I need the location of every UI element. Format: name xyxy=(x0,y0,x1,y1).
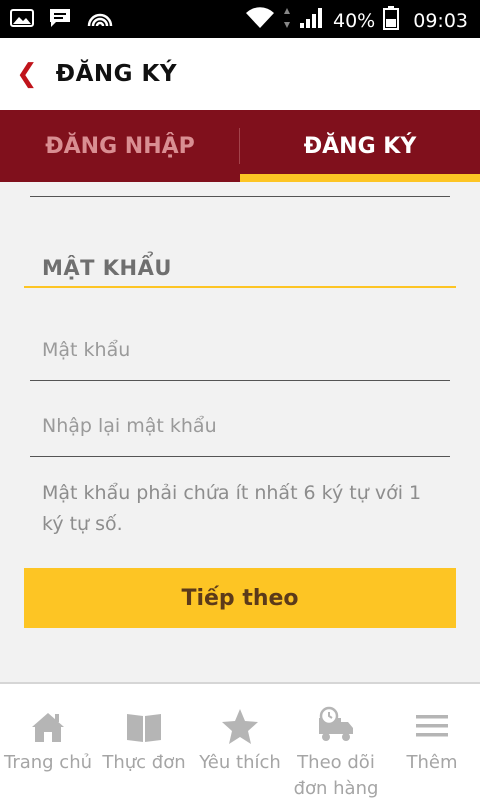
password-section-title: MẬT KHẨU xyxy=(42,256,172,280)
app-header: ❮ ĐĂNG KÝ xyxy=(0,38,480,110)
delivery-truck-icon xyxy=(319,706,353,741)
book-icon xyxy=(127,714,161,742)
section-underline xyxy=(24,286,456,288)
password-underline xyxy=(30,380,450,381)
nav-item-more[interactable]: Thêm xyxy=(384,684,480,802)
battery-percent: 40% xyxy=(333,9,376,32)
menu-icon xyxy=(416,715,448,737)
password-hint: Mật khẩu phải chứa ít nhất 6 ký tự với 1… xyxy=(42,482,422,535)
tab-register[interactable]: ĐĂNG KÝ xyxy=(240,110,480,182)
nav-label-more: Thêm xyxy=(406,752,458,773)
nav-label-favorites: Yêu thích xyxy=(199,752,281,773)
password-input[interactable] xyxy=(30,330,450,370)
previous-field-underline xyxy=(30,196,450,197)
bottom-nav: Trang chủ Thực đơn Yêu thích Theo dõi đơ… xyxy=(0,682,480,802)
wifi-icon xyxy=(245,6,275,35)
auth-tabs: ĐĂNG NHẬP ĐĂNG KÝ xyxy=(0,110,480,182)
nav-item-home[interactable]: Trang chủ xyxy=(0,684,96,802)
tab-login[interactable]: ĐĂNG NHẬP xyxy=(0,110,240,182)
nav-item-menu-book[interactable]: Thực đơn xyxy=(96,684,192,802)
register-form: MẬT KHẨU Mật khẩu phải chứa ít nhất 6 ký… xyxy=(0,182,480,682)
signal-icon xyxy=(299,7,325,34)
star-icon xyxy=(222,709,258,744)
image-notification-icon xyxy=(10,8,34,32)
clock: 09:03 xyxy=(413,9,468,32)
nav-label-menu: Thực đơn xyxy=(102,752,186,773)
back-chevron-icon[interactable]: ❮ xyxy=(16,59,38,89)
data-arrows-icon xyxy=(283,7,291,34)
password-field xyxy=(30,330,450,381)
confirm-password-input[interactable] xyxy=(30,406,450,446)
nav-item-favorites[interactable]: Yêu thích xyxy=(192,684,288,802)
nav-label-order-tracking: Theo dõi đơn hàng xyxy=(293,752,379,799)
nav-label-home: Trang chủ xyxy=(3,752,93,773)
message-notification-icon xyxy=(48,7,72,33)
next-button[interactable]: Tiếp theo xyxy=(24,568,456,628)
status-bar: 40% 09:03 xyxy=(0,0,480,38)
confirm-password-underline xyxy=(30,456,450,457)
confirm-password-field xyxy=(30,406,450,457)
home-icon xyxy=(32,713,64,742)
nav-item-order-tracking[interactable]: Theo dõi đơn hàng xyxy=(288,684,384,802)
hotspot-icon xyxy=(86,8,114,32)
battery-icon xyxy=(383,6,400,35)
page-title: ĐĂNG KÝ xyxy=(55,61,177,87)
